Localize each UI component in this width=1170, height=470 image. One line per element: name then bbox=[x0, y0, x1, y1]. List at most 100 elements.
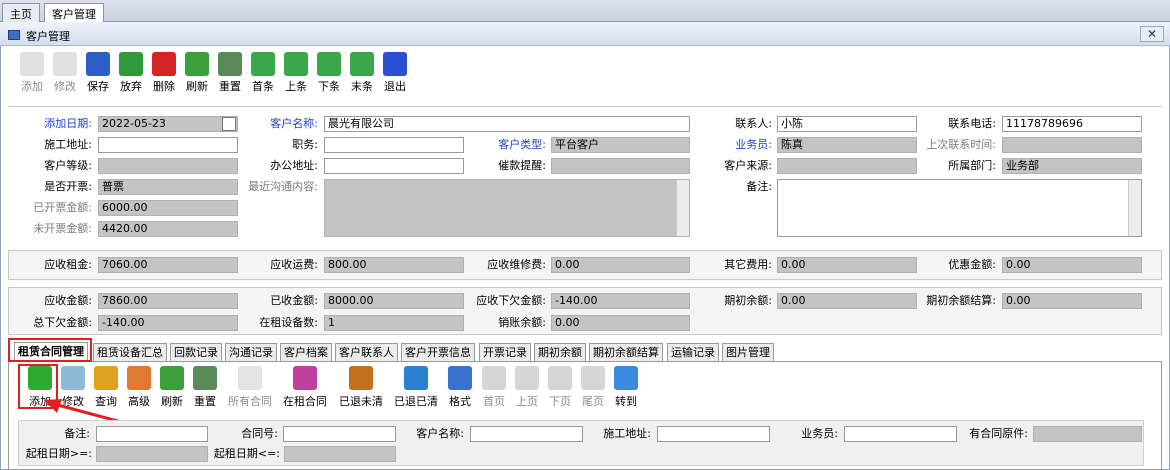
top-tab-home[interactable]: 主页 bbox=[2, 3, 40, 22]
add-date-label: 添加日期: bbox=[44, 117, 92, 130]
next-record-icon bbox=[317, 52, 341, 76]
sub-format-button[interactable]: 格式 bbox=[442, 366, 478, 410]
opening-settled-label: 期初余额结算: bbox=[926, 294, 996, 307]
remark-scrollbar[interactable] bbox=[1128, 180, 1141, 236]
salesman-field[interactable]: 陈真 bbox=[777, 137, 917, 153]
undo-arrow-icon bbox=[119, 52, 143, 76]
top-tab-customer[interactable]: 客户管理 bbox=[44, 3, 104, 23]
filter-start-to-input[interactable] bbox=[284, 446, 396, 462]
phone-field[interactable]: 11178789696 bbox=[1002, 116, 1142, 132]
customer-type-field[interactable]: 平台客户 bbox=[551, 137, 690, 153]
source-field[interactable] bbox=[777, 158, 917, 174]
department-field[interactable]: 业务部 bbox=[1002, 158, 1142, 174]
owed-label: 应收下欠金额: bbox=[476, 294, 546, 307]
globe-icon bbox=[404, 366, 428, 390]
freight-label: 应收运费: bbox=[270, 258, 318, 271]
filter-salesman-label: 业务员: bbox=[801, 427, 838, 440]
tb-reset-button[interactable]: 重置 bbox=[212, 52, 248, 98]
sub-goto-button[interactable]: 转到 bbox=[610, 366, 642, 410]
filter-contract-no-input[interactable] bbox=[283, 426, 396, 442]
filter-remark-input[interactable] bbox=[96, 426, 208, 442]
equipment-count-field[interactable]: 1 bbox=[324, 315, 464, 331]
department-label: 所属部门: bbox=[948, 159, 996, 172]
add-date-field[interactable]: 2022-05-23 bbox=[98, 116, 238, 132]
tb-discard-button[interactable]: 放弃 bbox=[113, 52, 149, 98]
freight-field[interactable]: 800.00 bbox=[324, 257, 464, 273]
subtab-invoice-info[interactable]: 客户开票信息 bbox=[401, 343, 475, 361]
subtab-customer-archive[interactable]: 客户档案 bbox=[280, 343, 332, 361]
receivable-field[interactable]: 7860.00 bbox=[98, 293, 238, 309]
sub-returned-unpaid-button[interactable]: 已退未清 bbox=[336, 366, 386, 410]
writeoff-field[interactable]: 0.00 bbox=[551, 315, 690, 331]
sub-prev-page-button[interactable]: 上页 bbox=[511, 366, 543, 410]
other-fee-label: 其它费用: bbox=[724, 258, 772, 271]
remark-textarea[interactable] bbox=[777, 179, 1142, 237]
tb-last-button[interactable]: 末条 bbox=[344, 52, 380, 98]
tb-first-button[interactable]: 首条 bbox=[245, 52, 281, 98]
sub-next-page-button[interactable]: 下页 bbox=[544, 366, 576, 410]
site-address-field[interactable] bbox=[98, 137, 238, 153]
reminder-field[interactable] bbox=[551, 158, 690, 174]
owed-field[interactable]: -140.00 bbox=[551, 293, 690, 309]
received-field[interactable]: 8000.00 bbox=[324, 293, 464, 309]
repair-field[interactable]: 0.00 bbox=[551, 257, 690, 273]
toolbar-divider bbox=[8, 106, 1162, 107]
subtab-payment-records[interactable]: 回款记录 bbox=[170, 343, 222, 361]
other-fee-field[interactable]: 0.00 bbox=[777, 257, 917, 273]
office-address-field[interactable] bbox=[324, 158, 464, 174]
close-button[interactable]: ✕ bbox=[1140, 26, 1164, 42]
discount-field[interactable]: 0.00 bbox=[1002, 257, 1142, 273]
filter-salesman-input[interactable] bbox=[844, 426, 957, 442]
subtab-transport-records[interactable]: 运输记录 bbox=[667, 343, 719, 361]
position-field[interactable] bbox=[324, 137, 464, 153]
receivable-label: 应收金额: bbox=[44, 294, 92, 307]
running-man-icon bbox=[383, 52, 407, 76]
rent-field[interactable]: 7060.00 bbox=[98, 257, 238, 273]
tb-add-button[interactable]: 添加 bbox=[14, 52, 50, 98]
customer-type-label: 客户类型: bbox=[498, 138, 546, 151]
recent-comm-scrollbar[interactable] bbox=[676, 180, 689, 236]
contact-field[interactable]: 小陈 bbox=[777, 116, 917, 132]
subtab-opening-settlement[interactable]: 期初余额结算 bbox=[589, 343, 663, 361]
filter-site-address-input[interactable] bbox=[657, 426, 770, 442]
sub-last-page-button[interactable]: 尾页 bbox=[577, 366, 609, 410]
tb-exit-button[interactable]: 退出 bbox=[377, 52, 413, 98]
filter-customer-name-input[interactable] bbox=[470, 426, 583, 442]
advanced-search-icon bbox=[127, 366, 151, 390]
sub-returned-paid-button[interactable]: 已退已清 bbox=[391, 366, 441, 410]
subtab-invoice-records[interactable]: 开票记录 bbox=[479, 343, 531, 361]
filter-start-from-input[interactable] bbox=[96, 446, 208, 462]
subtab-image-management[interactable]: 图片管理 bbox=[722, 343, 774, 361]
filter-has-original-select[interactable] bbox=[1033, 426, 1142, 442]
uninvoiced-amount-field[interactable]: 4420.00 bbox=[98, 221, 238, 237]
tb-next-button[interactable]: 下条 bbox=[311, 52, 347, 98]
sub-active-contracts-button[interactable]: 在租合同 bbox=[280, 366, 330, 410]
invoice-field[interactable]: 普票 bbox=[98, 179, 238, 195]
sub-first-page-button[interactable]: 首页 bbox=[478, 366, 510, 410]
reset-icon bbox=[193, 366, 217, 390]
source-label: 客户来源: bbox=[724, 159, 772, 172]
opening-settled-field[interactable]: 0.00 bbox=[1002, 293, 1142, 309]
refresh-icon bbox=[160, 366, 184, 390]
invoiced-amount-field[interactable]: 6000.00 bbox=[98, 200, 238, 216]
goto-arrow-icon bbox=[614, 366, 638, 390]
customer-name-field[interactable]: 晨光有限公司 bbox=[324, 116, 690, 132]
calendar-icon[interactable] bbox=[222, 117, 236, 131]
tb-refresh-button[interactable]: 刷新 bbox=[179, 52, 215, 98]
total-owed-field[interactable]: -140.00 bbox=[98, 315, 238, 331]
subtab-customer-contacts[interactable]: 客户联系人 bbox=[335, 343, 398, 361]
customer-level-field[interactable] bbox=[98, 158, 238, 174]
invoiced-amount-label: 已开票金额: bbox=[33, 201, 92, 214]
recent-comm-textarea[interactable] bbox=[324, 179, 690, 237]
tb-delete-button[interactable]: 删除 bbox=[146, 52, 182, 98]
last-contact-field[interactable] bbox=[1002, 137, 1142, 153]
tb-prev-button[interactable]: 上条 bbox=[278, 52, 314, 98]
subtab-equipment-summary[interactable]: 租赁设备汇总 bbox=[93, 343, 167, 361]
subtab-communication-records[interactable]: 沟通记录 bbox=[225, 343, 277, 361]
prev-page-icon bbox=[515, 366, 539, 390]
remark-label: 备注: bbox=[746, 180, 772, 193]
tb-edit-button[interactable]: 修改 bbox=[47, 52, 83, 98]
subtab-opening-balance[interactable]: 期初余额 bbox=[534, 343, 586, 361]
tb-save-button[interactable]: 保存 bbox=[80, 52, 116, 98]
opening-field[interactable]: 0.00 bbox=[777, 293, 917, 309]
